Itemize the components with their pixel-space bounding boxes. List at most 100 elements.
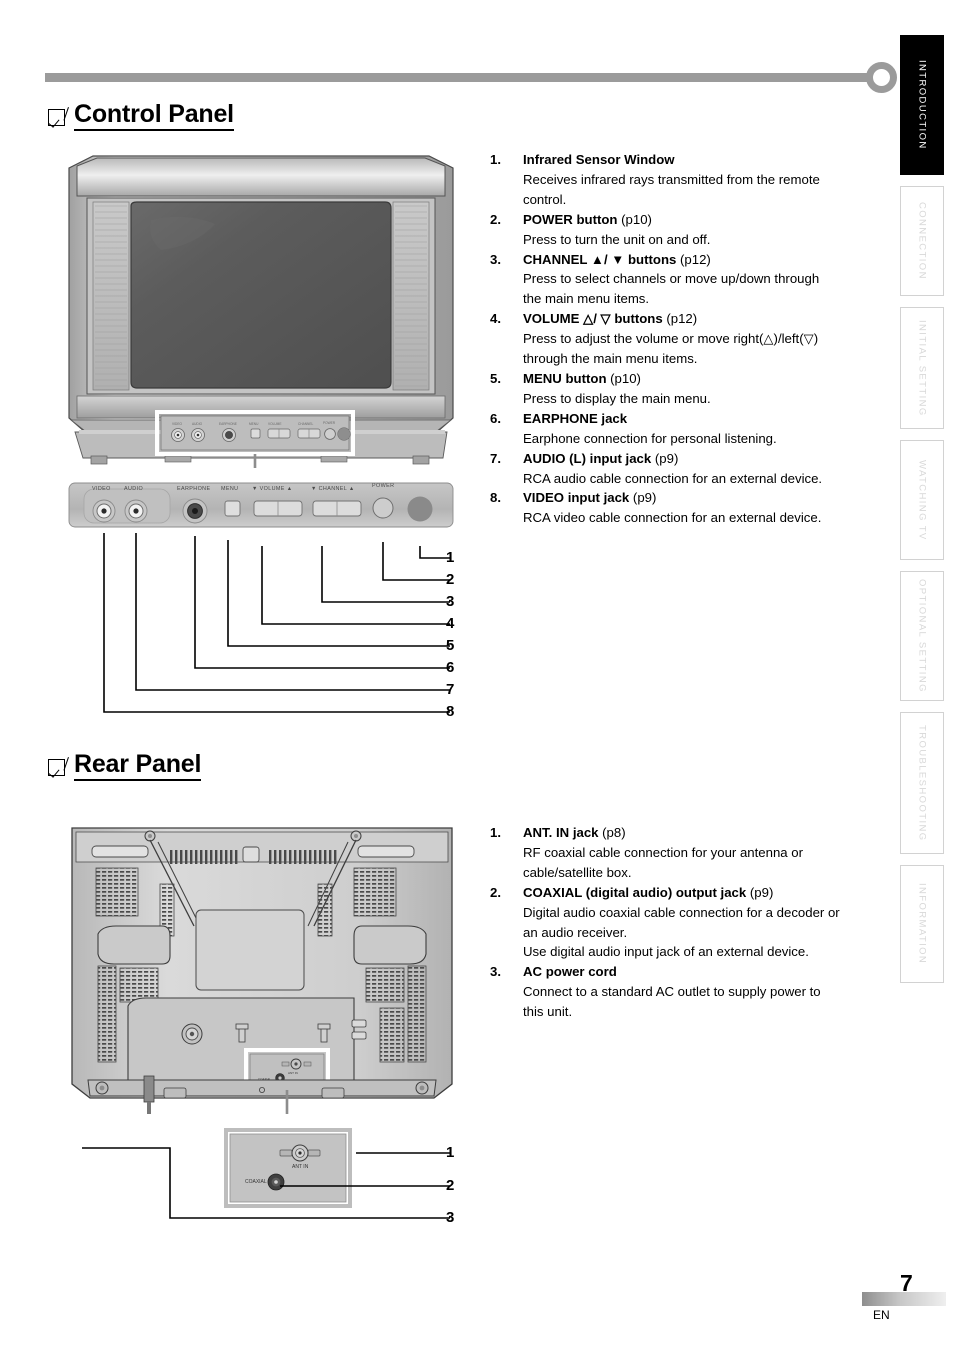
description-item: 8. VIDEO input jack (p9) RCA video cable c…: [490, 488, 890, 528]
page-number: 7: [900, 1270, 913, 1296]
description-item-number: 3.: [490, 251, 501, 267]
label-power: POWER: [372, 483, 395, 489]
description-item-line: Press to display the main menu.: [523, 390, 711, 406]
description-item: 3. AC power cord Connect to a standard AC …: [490, 962, 890, 1022]
svg-text:VIDEO: VIDEO: [172, 422, 182, 426]
description-item-title: VOLUME △/ ▽ buttons (p12): [523, 311, 698, 327]
label-menu: MENU: [221, 486, 239, 492]
page-title: Rear Panel: [74, 750, 201, 781]
svg-text:EARPHONE: EARPHONE: [219, 422, 237, 426]
description-item-number: 1.: [490, 825, 501, 840]
description-item-title: Infrared Sensor Window: [523, 152, 675, 167]
page-reference: (p10): [606, 370, 641, 386]
description-item-line: Press to select channels or move up/down…: [523, 271, 820, 287]
description-item-body: CHANNEL ▲/ ▼ buttons (p12) Press to selec…: [523, 250, 890, 310]
page-reference: (p10): [617, 211, 652, 227]
rear-callout-3: 3: [446, 1209, 455, 1226]
description-item-title: POWER button (p10): [523, 211, 652, 227]
description-item-number: 1.: [490, 152, 501, 167]
svg-text:POWER: POWER: [323, 421, 336, 425]
description-item-body: Infrared Sensor Window Receives infrared …: [523, 150, 890, 210]
chapter-tab-introduction[interactable]: INTRODUCTION: [900, 35, 944, 175]
callout-1: 1: [446, 549, 455, 566]
svg-text:MENU: MENU: [249, 422, 259, 426]
description-item-title: AUDIO (L) input jack (p9): [523, 450, 679, 466]
description-item-number: 4.: [490, 311, 501, 327]
description-item-number: 7.: [490, 450, 501, 466]
tv-front-illustration: VIDEO AUDIO EARPHONE MENU VOLUME CHANNEL PO…: [65, 150, 457, 470]
description-item-body: ANT. IN jack (p8) RF coaxial cable connec…: [523, 823, 890, 883]
chapter-tab-label: CONNECTION: [916, 202, 928, 280]
chapter-tab-connection[interactable]: CONNECTION: [900, 186, 944, 296]
description-item-title: AC power cord: [523, 964, 617, 980]
label-volume: ▼ VOLUME ▲: [252, 486, 293, 492]
page-reference: (p12): [676, 251, 711, 267]
chapter-tab-information[interactable]: INFORMATION: [900, 865, 944, 983]
description-item-line: Earphone connection for personal listeni…: [523, 430, 777, 446]
chapter-tab-label: OPTIONAL SETTING: [916, 579, 928, 693]
description-item-line: control.: [523, 191, 567, 207]
description-item-title: EARPHONE jack: [523, 410, 628, 426]
chapter-tab-label: TROUBLESHOOTING: [916, 724, 928, 842]
callout-6: 6: [446, 659, 455, 676]
header-ring-icon: [866, 62, 897, 93]
description-item-body: VOLUME △/ ▽ buttons (p12) Press to adjust…: [523, 309, 890, 369]
callout-7: 7: [446, 681, 455, 698]
description-item: 2. COAXIAL (digital audio) output jack (p…: [490, 883, 890, 963]
description-item-line: Digital audio coaxial cable connection f…: [523, 904, 840, 920]
callout-8: 8: [446, 703, 455, 720]
description-item-title: MENU button (p10): [523, 370, 641, 386]
page-reference: (p9): [746, 884, 774, 900]
description-item-number: 2.: [490, 884, 501, 900]
chapter-tab-label: INTRODUCTION: [916, 60, 928, 150]
description-item-line: RCA audio cable connection for an extern…: [523, 470, 823, 486]
description-item-line: Use digital audio input jack of an exter…: [523, 944, 809, 960]
description-item-title: ANT. IN jack (p8): [523, 825, 626, 840]
description-item: 4. VOLUME △/ ▽ buttons (p12) Press to adju…: [490, 309, 890, 369]
callout-4: 4: [446, 615, 455, 632]
description-item-title: COAXIAL (digital audio) output jack (p9): [523, 884, 774, 900]
description-item-line: an audio receiver.: [523, 924, 628, 940]
description-item: 2. POWER button (p10) Press to turn the un…: [490, 210, 890, 250]
description-item-line: Receives infrared rays transmitted from …: [523, 171, 820, 187]
control-panel-heading: Control Panel: [48, 100, 234, 131]
label-channel: ▼ CHANNEL ▲: [311, 486, 355, 492]
description-item-number: 3.: [490, 964, 501, 980]
description-item-body: COAXIAL (digital audio) output jack (p9)…: [523, 883, 890, 963]
chapter-tab-strip: INTRODUCTION CONNECTION INITIAL SETTING WAT…: [900, 35, 944, 994]
chapter-tab-optional-setting[interactable]: OPTIONAL SETTING: [900, 571, 944, 701]
svg-text:AUDIO: AUDIO: [192, 422, 203, 426]
description-item-line: this unit.: [523, 1004, 573, 1020]
chapter-tab-label: INFORMATION: [916, 883, 928, 965]
svg-text:VOLUME: VOLUME: [268, 422, 281, 426]
tv-rear-illustration: ANT IN COAXIAL: [66, 822, 458, 1141]
description-item-body: EARPHONE jack Earphone connection for per…: [523, 409, 890, 449]
description-item: 5. MENU button (p10) Press to display the …: [490, 369, 890, 409]
page-language: EN: [873, 1308, 890, 1322]
description-item-line: RF coaxial cable connection for your ant…: [523, 844, 804, 860]
description-item-line: RCA video cable connection for an extern…: [523, 510, 822, 526]
callout-2: 2: [446, 571, 455, 588]
description-item: 7. AUDIO (L) input jack (p9) RCA audio cab…: [490, 449, 890, 489]
chapter-tab-watching-tv[interactable]: WATCHING TV: [900, 440, 944, 560]
description-item-number: 6.: [490, 410, 501, 426]
label-audio: AUDIO: [124, 486, 144, 492]
description-item-body: AC power cord Connect to a standard AC ou…: [523, 962, 890, 1022]
rear-callout-2: 2: [446, 1177, 455, 1194]
svg-text:ANT IN: ANT IN: [288, 1071, 298, 1075]
description-item-number: 2.: [490, 211, 501, 227]
tv-rear-svg: ANT IN COAXIAL: [71, 827, 453, 1141]
description-item-line: cable/satellite box.: [523, 864, 632, 880]
description-item-body: VIDEO input jack (p9) RCA video cable con…: [523, 488, 890, 528]
description-item: 6. EARPHONE jack Earphone connection for p…: [490, 409, 890, 449]
chapter-tab-troubleshooting[interactable]: TROUBLESHOOTING: [900, 712, 944, 854]
rear-panel-callout-leaders: [82, 1147, 450, 1219]
callout-5: 5: [446, 637, 455, 654]
page-reference: (p8): [598, 825, 626, 840]
chapter-tab-initial-setting[interactable]: INITIAL SETTING: [900, 307, 944, 429]
description-item-title: VIDEO input jack (p9): [523, 490, 657, 506]
description-item-title: CHANNEL ▲/ ▼ buttons (p12): [523, 251, 711, 267]
chapter-tab-label: INITIAL SETTING: [916, 319, 928, 417]
description-item-line: Press to turn the unit on and off.: [523, 231, 711, 247]
description-item-number: 5.: [490, 370, 501, 386]
